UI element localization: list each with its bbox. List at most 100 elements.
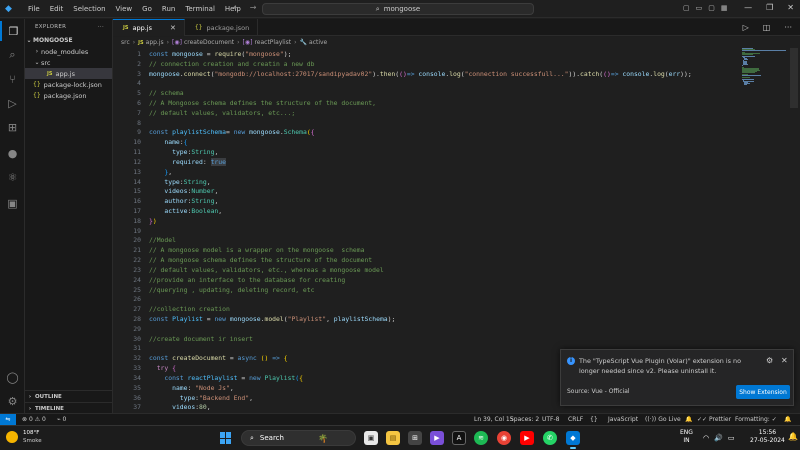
tree-item-src[interactable]: ⌄ src [25,57,112,68]
menu-terminal[interactable]: Terminal [180,5,220,13]
code-line[interactable]: 12 required: true [113,157,742,167]
outline-section[interactable]: › OUTLINE [25,390,113,402]
breadcrumb-folder[interactable]: src [121,39,130,46]
clock[interactable]: 15:56 27-05-2024 [750,429,785,445]
minimize-icon[interactable]: — [744,3,752,12]
explorer-icon[interactable]: ❐ [0,21,25,41]
breadcrumb-file[interactable]: app.js [146,39,164,46]
close-notification-icon[interactable]: ✕ [781,356,788,365]
code-line[interactable]: 14 type:String, [113,177,742,187]
code-line[interactable]: 26 [113,295,742,305]
command-center-search[interactable]: ⌕ mongoose [262,3,534,15]
code-line[interactable]: 11 type:String, [113,147,742,157]
code-line[interactable]: 30 //create document ir insert [113,334,742,344]
toggle-panel-icon[interactable]: ▭ [696,4,703,12]
close-tab-icon[interactable]: ✕ [170,24,176,32]
react-icon[interactable]: ⚛ [0,167,25,187]
chrome-icon[interactable]: ◉ [497,431,511,445]
breadcrumb-symbol[interactable]: createDocument [184,39,234,46]
minimap[interactable] [742,48,790,88]
code-line[interactable]: 9 const playlistSchema= new mongoose.Sche… [113,128,742,138]
code-line[interactable]: 16 author:String, [113,196,742,206]
taskbar-search[interactable]: ⌕ Search 🌴 [241,430,356,446]
windows-start-icon[interactable] [220,432,232,444]
workspace-root[interactable]: ⌄ MONGOOSE [25,35,112,46]
tree-item-node-modules[interactable]: › node_modules [25,46,112,57]
run-debug-icon[interactable]: ▷ [0,93,25,113]
github-icon[interactable]: ● [0,143,25,163]
code-line[interactable]: 13 }, [113,167,742,177]
language-indicator[interactable]: ENG IN [680,429,693,445]
breadcrumb-symbol[interactable]: active [309,39,327,46]
back-arrow-icon[interactable]: ← [233,3,240,12]
tab-package-json[interactable]: {} package.json [185,19,259,36]
system-tray[interactable]: ◠ 🔊 ▭ [703,434,734,442]
whatsapp-icon[interactable]: ✆ [543,431,557,445]
tab-app-js[interactable]: JS app.js ✕ [113,19,185,36]
close-icon[interactable]: ✕ [787,3,794,12]
vscode-taskbar-icon[interactable]: ◆ [566,431,580,449]
spotify-icon[interactable]: ≋ [474,431,488,445]
youtube-icon[interactable]: ▶ [520,431,534,445]
code-line[interactable]: 1 const mongoose = require("mongoose"); [113,49,742,59]
code-line[interactable]: 27 //collection creation [113,304,742,314]
menu-go[interactable]: Go [137,5,157,13]
tree-item-package-lock[interactable]: {} package-lock.json [25,79,112,90]
code-line[interactable]: 22 // A mongoose schema defines the struc… [113,255,742,265]
code-line[interactable]: 6 // A Mongoose schema defines the struct… [113,98,742,108]
menu-selection[interactable]: Selection [68,5,110,13]
more-actions-icon[interactable]: ··· [98,24,104,30]
media-app-icon[interactable]: ▶ [430,431,444,445]
menu-view[interactable]: View [111,5,138,13]
code-line[interactable]: 3 mongoose.connect("mongodb://localhost:2… [113,69,742,79]
code-text: videos:Number, [164,187,219,196]
weather-widget[interactable]: 108°F Smoke [6,429,42,445]
code-line[interactable]: 23 // default values, validators, etc., w… [113,265,742,275]
menu-file[interactable]: File [23,5,45,13]
maximize-icon[interactable]: ❐ [766,3,773,12]
search-view-icon[interactable]: ⌕ [0,45,25,65]
toggle-primary-sidebar-icon[interactable]: ▢ [683,4,690,12]
file-explorer-icon[interactable]: ▤ [386,431,400,445]
code-line[interactable]: 15 videos:Number, [113,186,742,196]
code-line[interactable]: 17 active:Boolean, [113,206,742,216]
settings-gear-icon[interactable]: ⚙ [0,391,25,411]
code-line[interactable]: 10 name:{ [113,137,742,147]
code-line[interactable]: 19 [113,226,742,236]
tree-item-package-json[interactable]: {} package.json [25,90,112,101]
toggle-secondary-sidebar-icon[interactable]: ▢ [708,4,715,12]
remote-explorer-icon[interactable]: ▣ [0,193,25,213]
microsoft-store-icon[interactable]: ⊞ [408,431,422,445]
code-line[interactable]: 20 //Model [113,236,742,246]
notification-settings-icon[interactable]: ⚙ [766,356,773,365]
code-line[interactable]: 18}) [113,216,742,226]
extensions-icon[interactable]: ⊞ [0,117,25,137]
tree-item-app-js[interactable]: JS app.js [25,68,112,79]
code-line[interactable]: 28 const Playlist = new mongoose.model("P… [113,314,742,324]
code-line[interactable]: 21 // A mongoose model is a wrapper on th… [113,245,742,255]
task-view-icon[interactable]: ▣ [364,431,378,445]
customize-layout-icon[interactable]: ▦ [721,4,728,12]
account-icon[interactable]: ◯ [0,367,25,387]
forward-arrow-icon[interactable]: → [250,3,257,12]
code-line[interactable]: 8 [113,118,742,128]
code-line[interactable]: 29 [113,324,742,334]
source-control-icon[interactable]: ⑂ [0,69,25,89]
menu-run[interactable]: Run [157,5,180,13]
code-line[interactable]: 24 //provide an interface to the database… [113,275,742,285]
code-line[interactable]: 5 // schema [113,88,742,98]
notification-center-icon[interactable]: 🔔 [788,433,798,441]
breadcrumb-symbol[interactable]: reactPlaylist [254,39,291,46]
chevron-right-icon: › [237,39,240,46]
editor-scrollbar[interactable] [790,48,798,108]
show-extension-button[interactable]: Show Extension [736,385,790,399]
split-editor-icon[interactable]: ◫ [763,23,771,32]
menu-edit[interactable]: Edit [45,5,69,13]
code-line[interactable]: 4 [113,78,742,88]
code-line[interactable]: 25 //querying , updating, deleting record… [113,285,742,295]
code-line[interactable]: 7 // default values, validators, etc...; [113,108,742,118]
ai-app-icon[interactable]: A [452,431,466,445]
code-line[interactable]: 2 // connection creation and creatin a ne… [113,59,742,69]
more-actions-icon[interactable]: ··· [784,23,792,32]
run-file-icon[interactable]: ▷ [743,23,749,32]
